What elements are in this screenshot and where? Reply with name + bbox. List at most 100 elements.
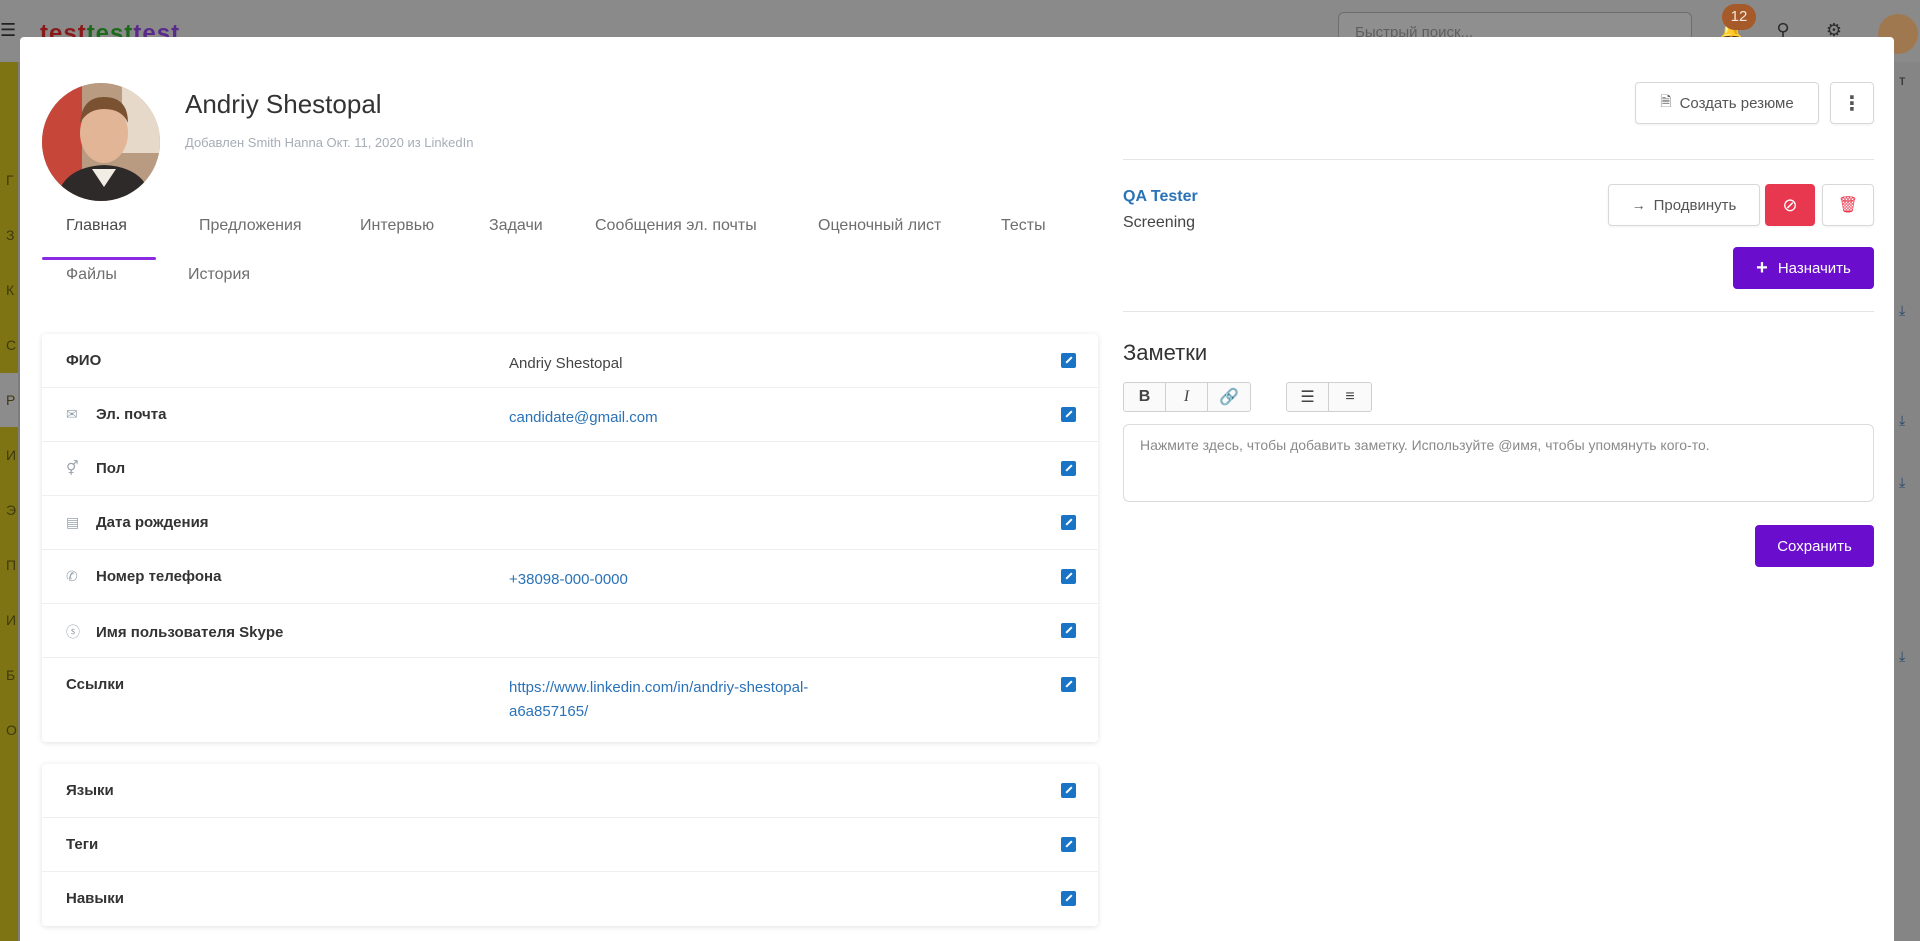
field-row-languages: Языки: [42, 764, 1098, 818]
skype-icon: ⓢ: [66, 624, 80, 640]
link-line-2[interactable]: a6a857165/: [509, 700, 808, 724]
link-button[interactable]: 🔗: [1208, 383, 1250, 411]
field-label: Теги: [66, 836, 99, 853]
field-row-links: Ссылки https://www.linkedin.com/in/andri…: [42, 658, 1098, 742]
right-column-letter: т: [1899, 72, 1906, 88]
candidate-extra-card: Языки Теги Навыки: [42, 764, 1098, 926]
sidebar-letter: С: [6, 337, 17, 353]
reject-button[interactable]: ⊘: [1765, 184, 1815, 226]
field-row-skype: ⓢ Имя пользователя Skype: [42, 604, 1098, 658]
sidebar-letter: О: [6, 722, 17, 738]
field-value-phone[interactable]: +38098-000-0000: [509, 568, 628, 592]
tab-tests[interactable]: Тесты: [1001, 217, 1046, 235]
field-label: ФИО: [66, 352, 102, 369]
phone-icon: ✆: [66, 568, 78, 584]
download-icon: ⤓: [1899, 474, 1906, 490]
field-row-email: ✉ Эл. почта candidate@gmail.com: [42, 388, 1098, 442]
notes-title: Заметки: [1123, 340, 1208, 365]
tab-scorecard[interactable]: Оценочный лист: [818, 217, 941, 235]
save-note-button[interactable]: Сохранить: [1755, 525, 1874, 567]
edit-icon[interactable]: [1061, 353, 1076, 368]
edit-icon[interactable]: [1061, 677, 1076, 692]
divider: [1123, 159, 1874, 160]
edit-icon[interactable]: [1061, 515, 1076, 530]
sidebar-letter: И: [6, 612, 17, 628]
field-label: Навыки: [66, 890, 124, 907]
edit-icon[interactable]: [1061, 783, 1076, 798]
tab-emails[interactable]: Сообщения эл. почты: [595, 217, 757, 235]
field-value-link[interactable]: https://www.linkedin.com/in/andriy-shest…: [509, 676, 808, 724]
divider: [1123, 311, 1874, 312]
field-label: Пол: [96, 460, 126, 477]
notes-list-toolbar: ☰ ≡: [1286, 382, 1372, 412]
tab-files[interactable]: Файлы: [66, 266, 117, 284]
field-value-full-name: Andriy Shestopal: [509, 355, 623, 372]
menu-icon: ☰: [0, 20, 17, 40]
edit-icon[interactable]: [1061, 569, 1076, 584]
field-label: Ссылки: [66, 676, 125, 693]
birthday-cake-icon: ▤: [66, 514, 80, 530]
sidebar-letter: Р: [6, 392, 16, 408]
candidate-added-info: Добавлен Smith Hanna Окт. 11, 2020 из Li…: [185, 135, 474, 150]
sidebar-letter: П: [6, 557, 17, 573]
candidate-info-card: ФИО Andriy Shestopal ✉ Эл. почта candidat…: [42, 334, 1098, 742]
candidate-avatar: [42, 83, 160, 201]
italic-button[interactable]: I: [1166, 383, 1208, 411]
bold-button[interactable]: B: [1124, 383, 1166, 411]
candidate-name: Andriy Shestopal: [185, 89, 382, 119]
sidebar-letter: И: [6, 447, 17, 463]
download-icon: ⤓: [1899, 648, 1906, 664]
create-resume-label: Создать резюме: [1679, 94, 1794, 112]
tab-tasks[interactable]: Задачи: [489, 217, 543, 235]
link-line-1[interactable]: https://www.linkedin.com/in/andriy-shest…: [509, 676, 808, 700]
edit-icon[interactable]: [1061, 837, 1076, 852]
field-label: Языки: [66, 782, 114, 799]
assign-button[interactable]: + Назначить: [1733, 247, 1874, 289]
sidebar-letter: Э: [6, 502, 17, 518]
tab-history[interactable]: История: [188, 266, 250, 284]
ban-icon: ⊘: [1782, 194, 1798, 215]
field-row-phone: ✆ Номер телефона +38098-000-0000: [42, 550, 1098, 604]
notes-format-toolbar: B I 🔗: [1123, 382, 1251, 412]
active-tab-indicator: [42, 257, 156, 260]
sidebar-letter: Г: [6, 172, 14, 188]
promote-label: Продвинуть: [1653, 196, 1737, 214]
arrow-right-icon: →: [1631, 197, 1646, 213]
candidate-modal: Andriy Shestopal Добавлен Smith Hanna Ок…: [20, 37, 1894, 941]
delete-button[interactable]: 🗑: [1822, 184, 1874, 226]
field-row-skills: Навыки: [42, 872, 1098, 926]
tab-interviews[interactable]: Интервью: [360, 217, 434, 235]
more-options-button[interactable]: ⋮: [1830, 82, 1874, 124]
download-icon: ⤓: [1899, 412, 1906, 428]
field-row-full-name: ФИО Andriy Shestopal: [42, 334, 1098, 388]
promote-button[interactable]: → Продвинуть: [1608, 184, 1760, 226]
field-label: Номер телефона: [96, 568, 222, 585]
field-label: Дата рождения: [96, 514, 209, 531]
job-stage: Screening: [1123, 214, 1196, 231]
edit-icon[interactable]: [1061, 407, 1076, 422]
sidebar-letter: З: [6, 227, 15, 243]
edit-icon[interactable]: [1061, 461, 1076, 476]
document-icon: 🗎: [1660, 93, 1672, 109]
numbered-list-button[interactable]: ≡: [1329, 383, 1371, 411]
create-resume-button[interactable]: 🗎 Создать резюме: [1635, 82, 1819, 124]
field-row-tags: Теги: [42, 818, 1098, 872]
field-row-birthday: ▤ Дата рождения: [42, 496, 1098, 550]
tab-offers[interactable]: Предложения: [199, 217, 302, 235]
job-title-link[interactable]: QA Tester: [1123, 188, 1198, 206]
edit-icon[interactable]: [1061, 891, 1076, 906]
notifications-badge: 12: [1722, 4, 1756, 30]
download-icon: ⤓: [1899, 302, 1906, 318]
tab-main[interactable]: Главная: [66, 217, 127, 235]
trash-icon: 🗑: [1837, 197, 1859, 214]
assign-label: Назначить: [1777, 259, 1851, 277]
field-value-email[interactable]: candidate@gmail.com: [509, 406, 658, 430]
envelope-icon: ✉: [66, 406, 78, 422]
bullet-list-button[interactable]: ☰: [1287, 383, 1329, 411]
note-input[interactable]: Нажмите здесь, чтобы добавить заметку. И…: [1123, 424, 1874, 502]
background-right-column: т ⤓ ⤓ ⤓ ⤓: [1893, 62, 1920, 941]
background-sidebar: Г З К С Р И Э П И Б О: [0, 62, 18, 941]
field-row-gender: ⚥ Пол: [42, 442, 1098, 496]
edit-icon[interactable]: [1061, 623, 1076, 638]
field-label: Имя пользователя Skype: [96, 623, 284, 641]
